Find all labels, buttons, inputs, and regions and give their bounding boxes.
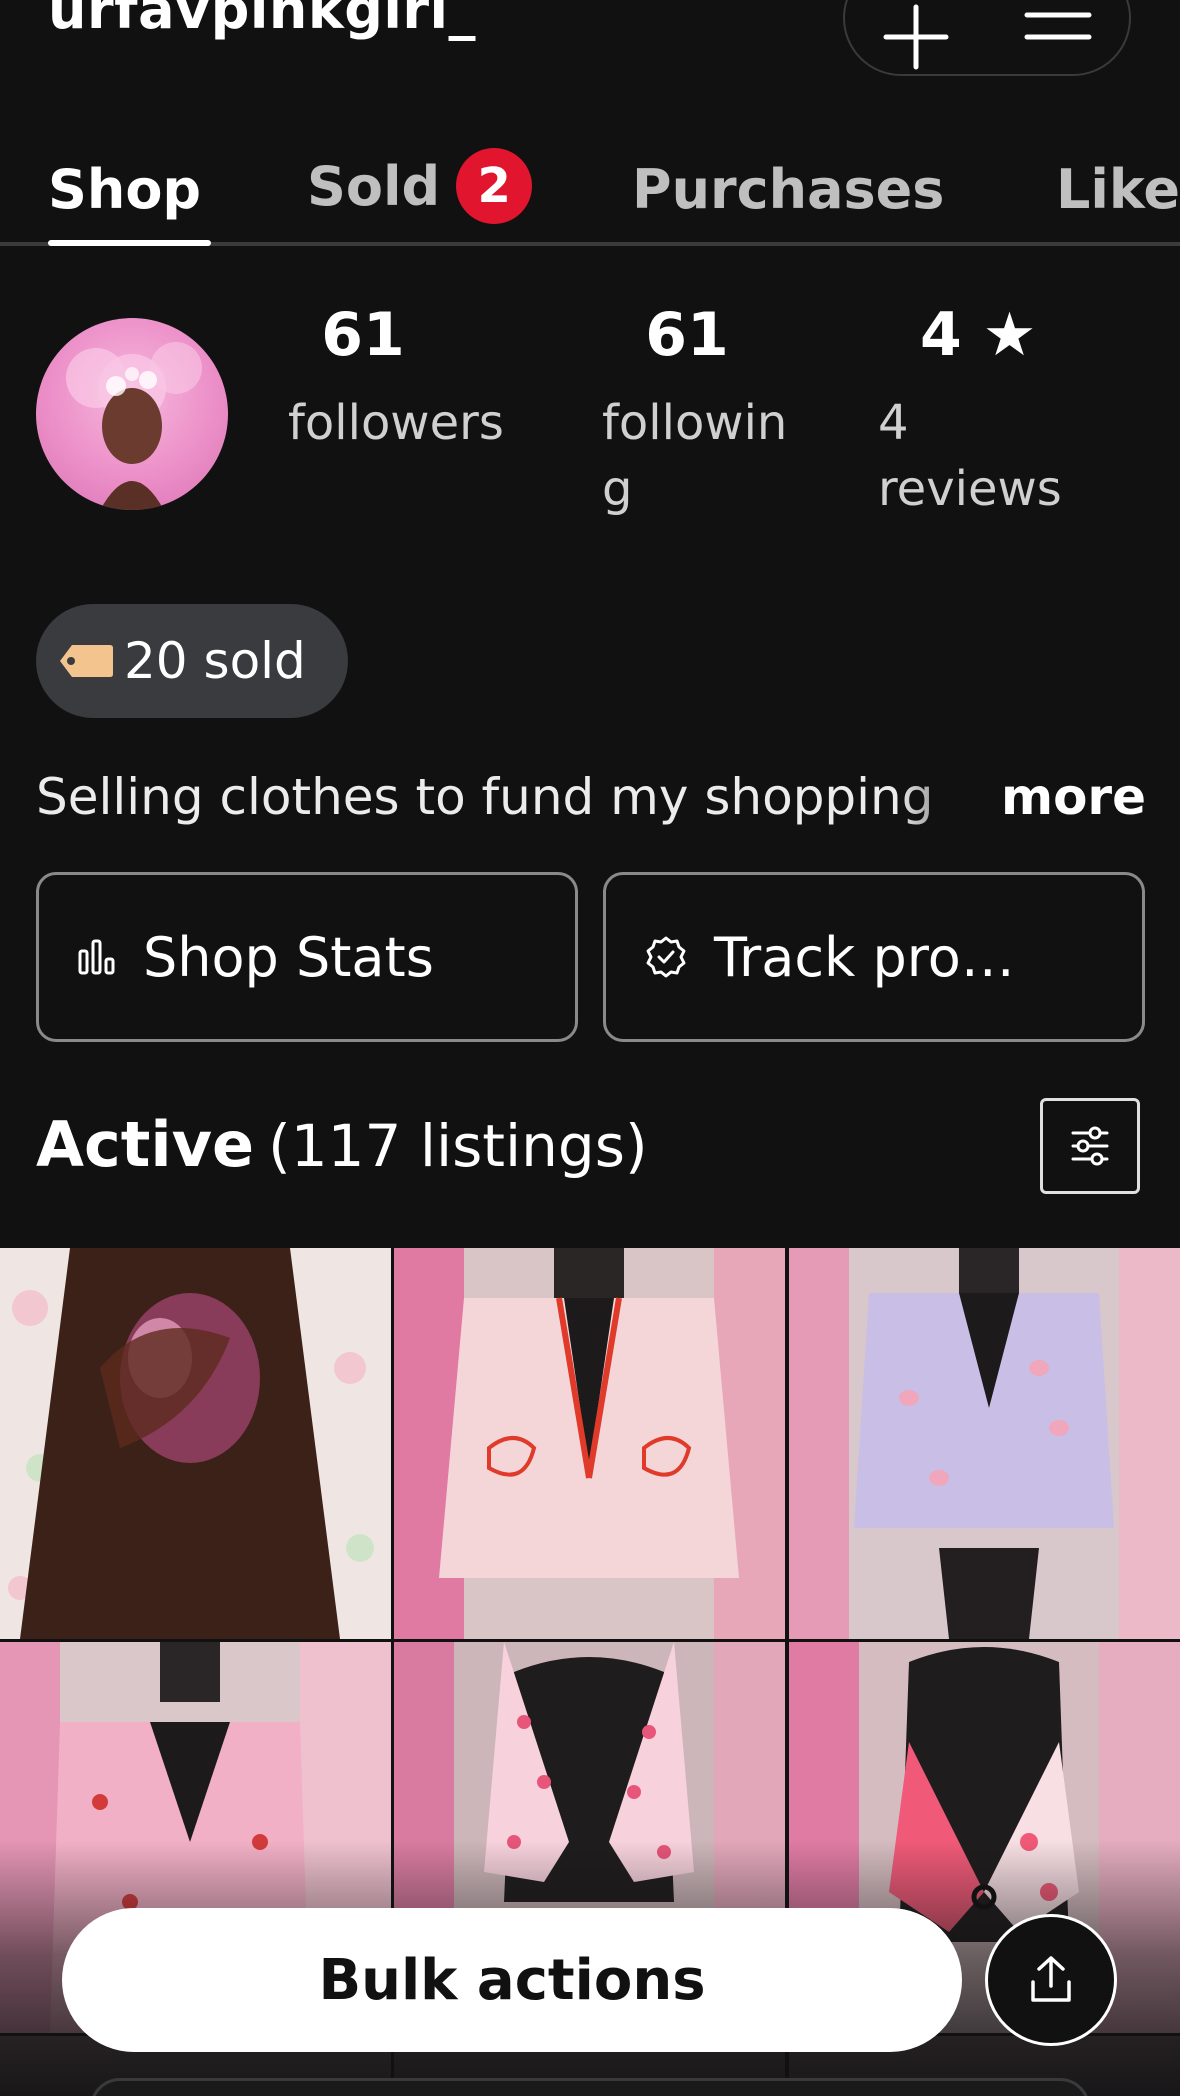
following-count: 61 xyxy=(645,300,729,370)
rating-stat[interactable]: 4 ★ 4 reviews xyxy=(878,300,1128,522)
sold-count-chip[interactable]: 20 sold xyxy=(36,604,348,718)
sold-count-badge: 2 xyxy=(456,148,533,224)
tab-purchases-label: Purchases xyxy=(632,158,945,221)
tab-sold[interactable]: Sold 2 xyxy=(307,148,533,224)
plus-icon[interactable] xyxy=(876,4,956,70)
header-actions-pill xyxy=(843,0,1131,76)
tab-shop[interactable]: Shop xyxy=(48,158,201,221)
tab-purchases[interactable]: Purchases xyxy=(632,158,944,221)
bio-fade xyxy=(896,768,1006,838)
shop-profile-screen: urfavpinkgirl_ Shop Sold 2 Purchases Lik… xyxy=(0,0,1180,2096)
sold-count-label: 20 sold xyxy=(124,632,306,690)
bio: Selling clothes to fund my shopping more xyxy=(36,768,1146,838)
reviews-label: 4 reviews xyxy=(878,395,1062,517)
tab-likes[interactable]: Likes xyxy=(1056,158,1180,221)
price-tag-icon xyxy=(60,645,113,677)
active-listings-title: Active xyxy=(36,1108,255,1181)
listing-tile[interactable] xyxy=(0,1248,391,1639)
following-stat[interactable]: 61 following xyxy=(602,300,802,522)
listing-tile[interactable] xyxy=(789,1248,1180,1639)
share-button[interactable] xyxy=(985,1914,1117,2046)
bio-more-link[interactable]: more xyxy=(994,768,1146,826)
shop-stats-button[interactable]: Shop Stats xyxy=(36,872,578,1042)
bulk-actions-label: Bulk actions xyxy=(318,1947,706,2013)
listings-count: (117 listings) xyxy=(268,1112,648,1180)
bar-chart-icon xyxy=(78,939,115,975)
share-upload-icon xyxy=(1031,1956,1071,2002)
followers-stat[interactable]: 61 followers xyxy=(288,300,518,456)
filter-button[interactable] xyxy=(1040,1098,1140,1194)
bottom-nav-edge xyxy=(90,2078,1090,2096)
tab-likes-label: Likes xyxy=(1056,158,1180,221)
listing-photo-lavender-cardigan xyxy=(789,1248,1180,1639)
star-icon: ★ xyxy=(982,300,1037,370)
profile-tabs: Shop Sold 2 Purchases Likes xyxy=(0,140,1180,246)
listing-photo-skirt xyxy=(0,1248,391,1639)
active-tab-indicator xyxy=(48,240,211,246)
rating-value: 4 ★ xyxy=(878,300,1128,370)
username-title: urfavpinkgirl_ xyxy=(48,0,477,41)
followers-label: followers xyxy=(288,395,504,451)
followers-count: 61 xyxy=(321,300,405,370)
tab-sold-label: Sold xyxy=(307,154,441,218)
listing-tile[interactable] xyxy=(394,1248,785,1639)
bio-text: Selling clothes to fund my shopping xyxy=(36,768,934,826)
verified-badge-icon xyxy=(646,936,686,978)
listing-photo-gingham-cardigan xyxy=(394,1248,785,1639)
track-progress-button[interactable]: Track pro… xyxy=(603,872,1145,1042)
shop-stats-label: Shop Stats xyxy=(143,925,434,989)
tab-shop-label: Shop xyxy=(48,158,202,221)
active-listings-heading: Active (117 listings) xyxy=(36,1108,648,1181)
rating-number: 4 xyxy=(920,300,962,370)
following-label: following xyxy=(602,395,788,517)
hamburger-menu-icon[interactable] xyxy=(1018,7,1098,67)
sliders-icon xyxy=(1071,1126,1109,1166)
bulk-actions-button[interactable]: Bulk actions xyxy=(62,1908,962,2052)
track-progress-label: Track pro… xyxy=(714,925,1015,989)
avatar[interactable] xyxy=(36,318,228,510)
avatar-illustration xyxy=(66,342,202,510)
